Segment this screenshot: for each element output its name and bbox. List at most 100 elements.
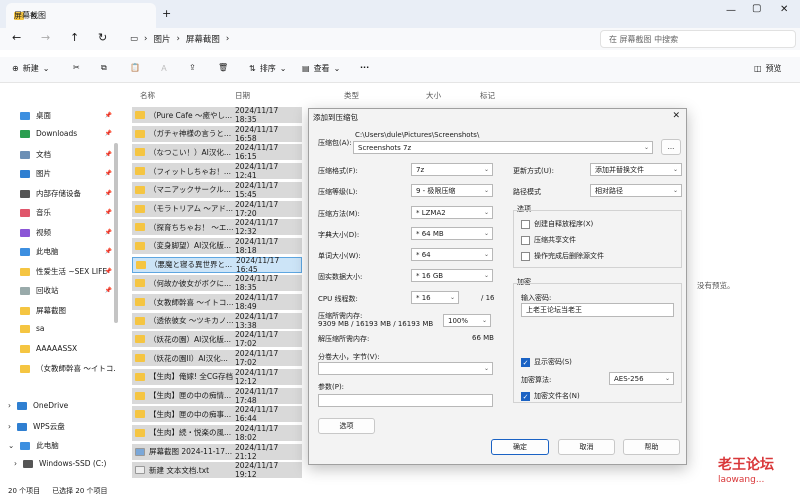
delete-icon[interactable]: 🗑 <box>218 63 228 72</box>
paste-icon[interactable]: 📋 <box>130 63 140 72</box>
file-row[interactable]: （透依彼女 ～ツキカノ... 2024/11/17 13:38 <box>132 312 302 330</box>
file-row[interactable]: （Pure Cafe ～癒やし... 2024/11/17 18:35 <box>132 106 302 124</box>
breadcrumb-pictures[interactable]: 图片 <box>153 33 170 45</box>
more-options-button[interactable]: ··· <box>360 63 369 72</box>
file-row[interactable]: （ガチャ神様の言うと... 2024/11/17 16:58 <box>132 125 302 143</box>
view-button[interactable]: ▤ 查看 ⌄ <box>302 63 340 74</box>
cancel-button[interactable]: 取消 <box>558 439 615 455</box>
file-row[interactable]: （探育ちちゃお！ ～エ... 2024/11/17 12:32 <box>132 218 302 236</box>
breadcrumb[interactable]: ▭ › 图片 › 屏幕截图 › <box>130 33 229 45</box>
back-icon[interactable]: ← <box>12 31 21 44</box>
forward-icon[interactable]: → <box>41 31 50 44</box>
solid-size-select[interactable]: * 16 GB ⌄ <box>411 269 493 282</box>
details-pane-button[interactable]: ◫ 预览 <box>754 63 782 74</box>
encrypt-names-checkbox[interactable]: ✓ 加密文件名(N) <box>521 391 580 401</box>
sidebar-item-label: 图片 <box>36 169 51 178</box>
compress-shared-checkbox[interactable]: 压缩共享文件 <box>521 235 576 245</box>
sidebar-item-female-teacher[interactable]: （女教師幹喜 ～イトコ... <box>20 363 116 374</box>
file-row[interactable]: 【生肉】続・悦楽の風... 2024/11/17 18:02 <box>132 424 302 442</box>
level-select[interactable]: 9 - 极限压缩 ⌄ <box>411 184 493 197</box>
up-icon[interactable]: ↑ <box>70 31 79 44</box>
file-row[interactable]: （何故か彼女がボクに... 2024/11/17 18:35 <box>132 274 302 292</box>
refresh-icon[interactable]: ↻ <box>98 31 107 44</box>
sidebar-item-pictures[interactable]: 图片 📌 <box>20 168 116 179</box>
file-row[interactable]: 【生肉】匣の中の痴情... 2024/11/17 17:48 <box>132 387 302 405</box>
method-select[interactable]: * LZMA2 ⌄ <box>411 206 493 219</box>
search-input[interactable]: 在 屏幕截图 中搜索 <box>600 30 796 48</box>
file-row[interactable]: 屏幕截图 2024-11-17... 2024/11/17 21:12 <box>132 443 302 461</box>
file-row[interactable]: （なつこい！）AI汉化... 2024/11/17 16:15 <box>132 143 302 161</box>
encryption-method-select[interactable]: AES-256 ⌄ <box>609 372 674 385</box>
format-select[interactable]: 7z ⌄ <box>411 163 493 176</box>
show-password-checkbox[interactable]: ✓ 显示密码(S) <box>521 357 572 367</box>
copy-icon[interactable]: ⧉ <box>101 63 107 73</box>
checkmark-icon: ✓ <box>521 357 530 367</box>
file-row[interactable]: （フィットしちゃお！... 2024/11/17 12:41 <box>132 162 302 180</box>
sidebar-item-documents[interactable]: 文档 📌 <box>20 149 116 160</box>
delete-after-checkbox[interactable]: 操作完成后删除源文件 <box>521 251 604 261</box>
sidebar-item-internal-storage[interactable]: 内部存储设备 📌 <box>20 188 116 199</box>
sidebar-item-wps-cloud[interactable]: › WPS云盘 <box>8 421 104 432</box>
file-row[interactable]: （妖花の園）AI汉化版... 2024/11/17 17:02 <box>132 330 302 348</box>
close-window-button[interactable]: ✕ <box>780 4 788 15</box>
rename-icon[interactable]: Ａ <box>160 63 168 74</box>
share-icon[interactable]: ⇪ <box>189 63 196 72</box>
sort-button[interactable]: ⇅ 排序 ⌄ <box>249 63 286 74</box>
options-button[interactable]: 选项 <box>318 418 375 434</box>
help-button[interactable]: 帮助 <box>623 439 680 455</box>
file-row[interactable]: （変身脚望）AI汉化版... 2024/11/17 18:18 <box>132 237 302 255</box>
split-size-select[interactable]: ⌄ <box>318 362 493 375</box>
new-tab-button[interactable]: + <box>162 7 171 20</box>
status-bar: 20 个项目 已选择 20 个项目 <box>0 485 800 497</box>
sidebar-item-desktop[interactable]: 桌面 📌 <box>20 110 116 121</box>
close-icon[interactable]: ✕ <box>672 111 680 121</box>
sidebar-item-sa[interactable]: sa <box>20 324 116 333</box>
file-row[interactable]: （女教師幹喜 ～イトコ... 2024/11/17 18:49 <box>132 293 302 311</box>
sidebar-item-this-pc-tree[interactable]: ⌄ 此电脑 <box>8 440 104 451</box>
update-mode-select[interactable]: 添加并替换文件 ⌄ <box>590 163 682 176</box>
sidebar-item-screenshots[interactable]: 屏幕截图 <box>20 305 116 316</box>
column-date[interactable]: 日期 <box>235 90 250 101</box>
column-tags[interactable]: 标记 <box>480 90 495 101</box>
file-row[interactable]: （モラトリアム ～アド... 2024/11/17 17:20 <box>132 200 302 218</box>
new-button[interactable]: ⊕ 新建 ⌄ <box>12 63 49 74</box>
file-row[interactable]: 【生肉】俺嫁! 全CG存档 2024/11/17 12:12 <box>132 368 302 386</box>
archive-name-field[interactable]: Screenshots 7z ⌄ <box>353 141 653 154</box>
folder-icon <box>20 324 30 333</box>
sidebar-item-videos[interactable]: 视频 📌 <box>20 227 116 238</box>
breadcrumb-screenshots[interactable]: 屏幕截图 <box>186 33 220 45</box>
word-size-select[interactable]: * 64 ⌄ <box>411 248 493 261</box>
column-name[interactable]: 名称 <box>140 90 155 101</box>
ok-button[interactable]: 确定 <box>491 439 549 455</box>
column-size[interactable]: 大小 <box>426 90 441 101</box>
sidebar-item-c-drive[interactable]: › Windows-SSD (C:) <box>14 459 110 468</box>
sidebar-item-music[interactable]: 音乐 📌 <box>20 207 116 218</box>
column-type[interactable]: 类型 <box>344 90 359 101</box>
file-row[interactable]: （マニアックサークル... 2024/11/17 15:45 <box>132 181 302 199</box>
minimize-button[interactable]: — <box>726 5 736 16</box>
sidebar-item-sex-life[interactable]: 性爱生活 ~SEX LIFE 📌 <box>20 266 116 277</box>
dictionary-select[interactable]: * 64 MB ⌄ <box>411 227 493 240</box>
file-row[interactable]: （妖花の園II）AI汉化... 2024/11/17 17:02 <box>132 349 302 367</box>
document-icon <box>20 150 30 159</box>
sidebar-item-recycle-bin[interactable]: 回收站 📌 <box>20 285 116 296</box>
sidebar-item-downloads[interactable]: Downloads 📌 <box>20 129 116 138</box>
path-mode-select[interactable]: 相对路径 ⌄ <box>590 184 682 197</box>
sidebar-scrollbar[interactable] <box>114 143 118 323</box>
file-row[interactable]: 【生肉】匣の中の痴事... 2024/11/17 16:44 <box>132 405 302 423</box>
maximize-button[interactable]: ▢ <box>752 3 761 14</box>
sidebar-item-onedrive[interactable]: › OneDrive <box>8 401 104 410</box>
browse-button[interactable]: ... <box>661 139 681 155</box>
password-input[interactable]: 上老王论坛当老王 <box>521 303 674 317</box>
memory-percent-select[interactable]: 100% ⌄ <box>443 314 491 327</box>
parameters-input[interactable] <box>318 394 493 407</box>
file-row[interactable]: （悪魔と寝る異世界と... 2024/11/17 16:45 <box>132 256 302 274</box>
sidebar-item-this-pc[interactable]: 此电脑 📌 <box>20 246 116 257</box>
create-sfx-checkbox[interactable]: 创建自释放程序(X) <box>521 219 593 229</box>
tab-screenshots[interactable]: 屏幕截图 ✕ <box>6 3 156 28</box>
sidebar-item-aaaaassx[interactable]: AAAAASSX <box>20 344 116 353</box>
file-row[interactable]: 新建 文本文档.txt 2024/11/17 19:12 <box>132 461 302 479</box>
pin-icon: 📌 <box>104 209 112 216</box>
cut-icon[interactable]: ✂ <box>73 63 80 72</box>
threads-select[interactable]: * 16 ⌄ <box>411 291 459 304</box>
